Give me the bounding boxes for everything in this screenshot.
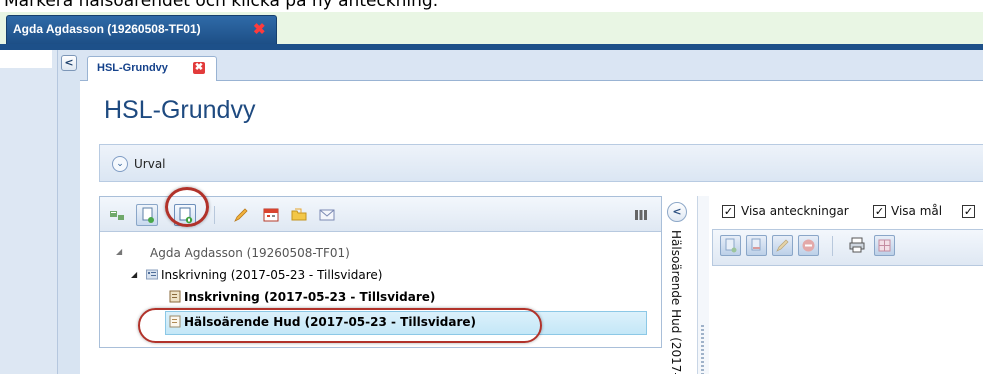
- close-icon[interactable]: ✖: [193, 62, 205, 74]
- edit-note-disabled-icon[interactable]: [772, 235, 793, 256]
- tree-node-label: Inskrivning (2017-05-23 - Tillsvidare): [161, 268, 383, 282]
- columns-icon[interactable]: [634, 207, 652, 225]
- folder-icon[interactable]: [290, 205, 308, 223]
- toolbar-separator: [214, 206, 215, 224]
- expander-icon[interactable]: ◢: [116, 247, 122, 256]
- new-note-disabled-icon[interactable]: [720, 235, 741, 256]
- visa-anteckningar-label[interactable]: Visa anteckningar: [741, 204, 849, 218]
- visa-mal-checkbox[interactable]: ✓: [873, 205, 886, 218]
- tree-node-inskrivning[interactable]: Inskrivning (2017-05-23 - Tillsvidare): [169, 290, 435, 304]
- calendar-icon[interactable]: [262, 205, 280, 223]
- expander-icon[interactable]: ◢: [131, 270, 137, 279]
- patient-tab[interactable]: Agda Agdasson (19260508-TF01) ✖: [6, 15, 277, 44]
- instruction-text: Markera hälsoärendet och klicka på ny an…: [0, 0, 983, 12]
- tree-node-inskrivning-group[interactable]: Inskrivning (2017-05-23 - Tillsvidare): [146, 268, 382, 282]
- pencil-icon[interactable]: [232, 206, 250, 224]
- document-icon: [169, 290, 181, 303]
- annotation-circle: [165, 187, 209, 227]
- new-document-icon[interactable]: [136, 204, 158, 226]
- collapsed-panel-title: Hälsoärende Hud (2017-05-23 - Tillsvidar…: [669, 230, 683, 374]
- toolbar-separator: [832, 236, 833, 256]
- urval-panel-header[interactable]: [99, 144, 983, 182]
- expand-tree-icon[interactable]: [108, 206, 126, 224]
- envelope-icon[interactable]: [318, 205, 336, 223]
- visa-mal-label[interactable]: Visa mål: [891, 204, 942, 218]
- urval-label[interactable]: Urval: [134, 157, 166, 171]
- notes-panel: [709, 196, 983, 374]
- left-navigation-header: [0, 50, 52, 68]
- annotation-oval: [138, 308, 542, 343]
- chevron-down-icon[interactable]: ⌄: [112, 156, 128, 172]
- collapse-nav-button[interactable]: <: [61, 55, 77, 71]
- grip-icon[interactable]: [701, 325, 704, 374]
- print-icon[interactable]: [848, 236, 866, 254]
- tree-node-label: Inskrivning (2017-05-23 - Tillsvidare): [184, 290, 436, 304]
- cancel-note-disabled-icon[interactable]: [798, 235, 819, 256]
- list-icon: [146, 269, 158, 280]
- third-checkbox[interactable]: ✓: [962, 205, 975, 218]
- close-icon[interactable]: ✖: [253, 16, 266, 43]
- tab-hsl-grundvy[interactable]: HSL-Grundvy ✖: [87, 56, 217, 81]
- page-title: HSL-Grundvy: [104, 96, 256, 124]
- grid-icon[interactable]: [874, 235, 895, 256]
- visa-anteckningar-checkbox[interactable]: ✓: [722, 205, 735, 218]
- patient-tab-label: Agda Agdasson (19260508-TF01): [13, 22, 201, 36]
- tree-node-patient[interactable]: Agda Agdasson (19260508-TF01): [150, 246, 350, 260]
- collapse-panel-button[interactable]: <: [667, 202, 687, 222]
- delete-note-disabled-icon[interactable]: [746, 235, 767, 256]
- tab-label: HSL-Grundvy: [97, 62, 168, 74]
- left-navigation: [0, 50, 58, 374]
